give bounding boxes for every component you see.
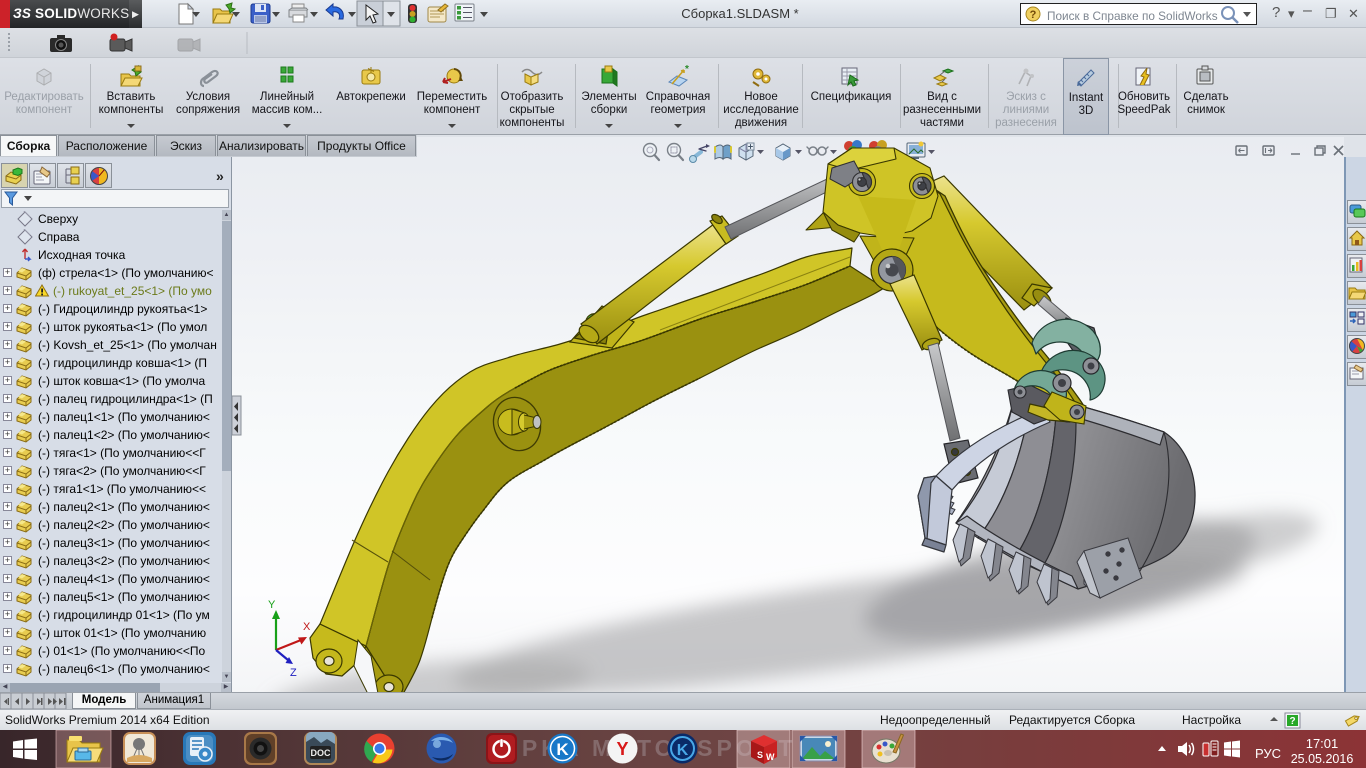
svg-text:X: X [303,621,311,633]
svg-text:DOC: DOC [311,748,332,758]
svg-text:?: ? [1030,9,1037,21]
svg-text:Y: Y [616,739,628,759]
svg-text:»: » [216,168,224,184]
svg-text:S: S [757,750,763,760]
svg-text:25.05.2016: 25.05.2016 [1291,752,1354,766]
svg-text:РУС: РУС [1255,746,1281,761]
svg-text:K: K [677,742,689,759]
svg-text:Z: Z [290,667,297,679]
svg-text:?: ? [1289,716,1295,727]
svg-text:Y: Y [268,599,276,611]
svg-text:*: * [685,64,689,75]
svg-text:K: K [556,740,569,759]
svg-text:W: W [766,752,775,762]
svg-text:17:01: 17:01 [1306,736,1339,751]
